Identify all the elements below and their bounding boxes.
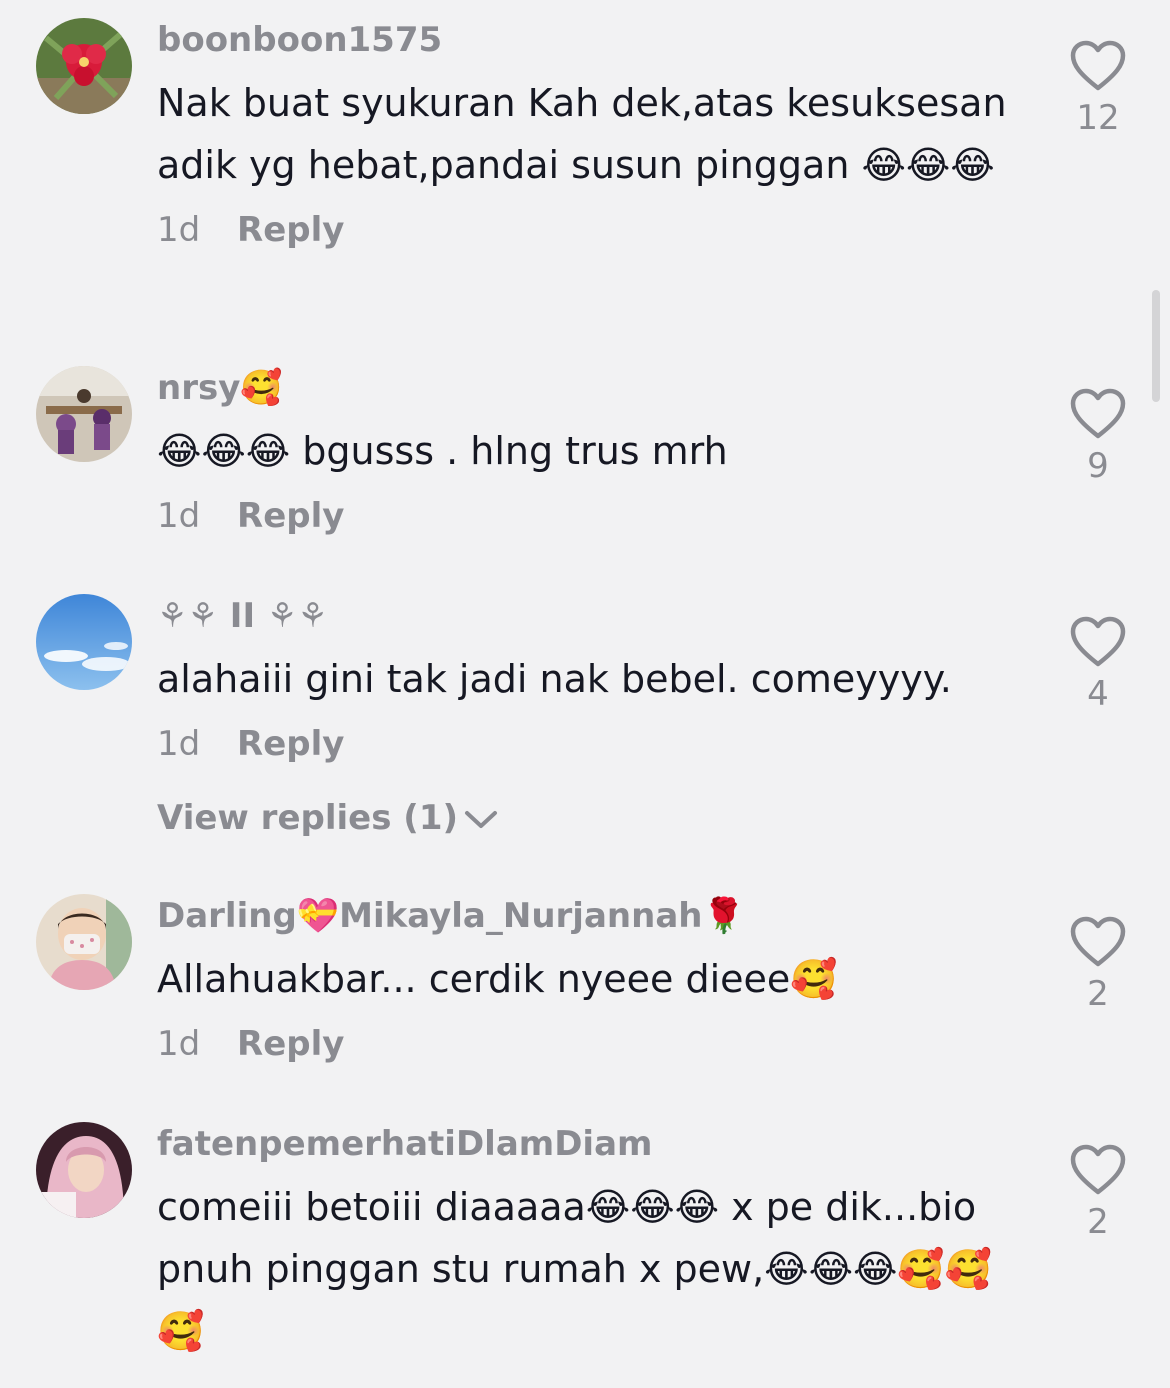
reply-button[interactable]: Reply bbox=[237, 724, 344, 764]
reply-button[interactable]: Reply bbox=[237, 1024, 344, 1064]
chevron-down-icon bbox=[465, 810, 498, 828]
like-count: 2 bbox=[1087, 974, 1109, 1014]
reply-button[interactable]: Reply bbox=[237, 210, 344, 250]
like-count: 12 bbox=[1076, 98, 1120, 138]
comment-time: 1d bbox=[157, 724, 201, 764]
like-button[interactable]: 12 bbox=[1062, 40, 1134, 138]
like-count: 2 bbox=[1087, 1202, 1109, 1242]
like-button[interactable]: 2 bbox=[1062, 916, 1134, 1014]
reply-button[interactable]: Reply bbox=[237, 496, 344, 536]
comment-body: Darling💝Mikayla_Nurjannah🌹 Allahuakbar..… bbox=[157, 894, 1017, 1066]
comment-text: Nak buat syukuran Kah dek,atas kesuksesa… bbox=[157, 81, 1007, 187]
comment-username[interactable]: Darling💝Mikayla_Nurjannah🌹 bbox=[157, 894, 1017, 938]
comment-username[interactable]: nrsy🥰 bbox=[157, 366, 1017, 410]
avatar[interactable] bbox=[36, 894, 132, 990]
comment-time: 1d bbox=[157, 1024, 201, 1064]
heart-outline-icon bbox=[1070, 616, 1126, 667]
comment-meta: 1d Reply bbox=[157, 1022, 1017, 1066]
comment-time: 1d bbox=[157, 210, 201, 250]
heart-outline-icon bbox=[1070, 388, 1126, 439]
comment-text: alahaiii gini tak jadi nak bebel. comeyy… bbox=[157, 657, 952, 701]
comment-username[interactable]: ⚘⚘ II ⚘⚘ bbox=[157, 594, 1017, 638]
heart-outline-icon bbox=[1070, 40, 1126, 91]
comment-body: nrsy🥰 😂😂😂 bgusss . hlng trus mrh 1d Repl… bbox=[157, 366, 1017, 538]
comment-body: fatenpemerhatiDlamDiam comeiii betoiii d… bbox=[157, 1122, 1017, 1362]
avatar[interactable] bbox=[36, 1122, 132, 1218]
avatar[interactable] bbox=[36, 18, 132, 114]
like-count: 9 bbox=[1087, 446, 1109, 486]
avatar[interactable] bbox=[36, 594, 132, 690]
comment-meta: 1d Reply bbox=[157, 722, 1017, 766]
comment-meta: 1d Reply bbox=[157, 494, 1017, 538]
comment-meta: 1d Reply bbox=[157, 208, 1017, 252]
heart-outline-icon bbox=[1070, 916, 1126, 967]
heart-outline-icon bbox=[1070, 1144, 1126, 1195]
comment-text: Allahuakbar... cerdik nyeee dieee🥰 bbox=[157, 957, 838, 1001]
like-count: 4 bbox=[1087, 674, 1109, 714]
comment-username[interactable]: fatenpemerhatiDlamDiam bbox=[157, 1122, 1017, 1166]
comment-list: boonboon1575 Nak buat syukuran Kah dek,a… bbox=[0, 0, 1170, 1388]
comment-text: comeiii betoiii diaaaaa😂😂😂 x pe dik...bi… bbox=[157, 1185, 992, 1353]
scrollbar[interactable] bbox=[1152, 290, 1160, 402]
comment-username[interactable]: boonboon1575 bbox=[157, 18, 1017, 62]
comment-text: 😂😂😂 bgusss . hlng trus mrh bbox=[157, 429, 728, 473]
comment-time: 1d bbox=[157, 496, 201, 536]
like-button[interactable]: 4 bbox=[1062, 616, 1134, 714]
view-replies-label: View replies (1) bbox=[157, 798, 459, 838]
like-button[interactable]: 2 bbox=[1062, 1144, 1134, 1242]
view-replies-button[interactable]: View replies (1) bbox=[157, 796, 1017, 840]
avatar[interactable] bbox=[36, 366, 132, 462]
comment-body: boonboon1575 Nak buat syukuran Kah dek,a… bbox=[157, 18, 1017, 252]
like-button[interactable]: 9 bbox=[1062, 388, 1134, 486]
comment-body: ⚘⚘ II ⚘⚘ alahaiii gini tak jadi nak bebe… bbox=[157, 594, 1017, 840]
